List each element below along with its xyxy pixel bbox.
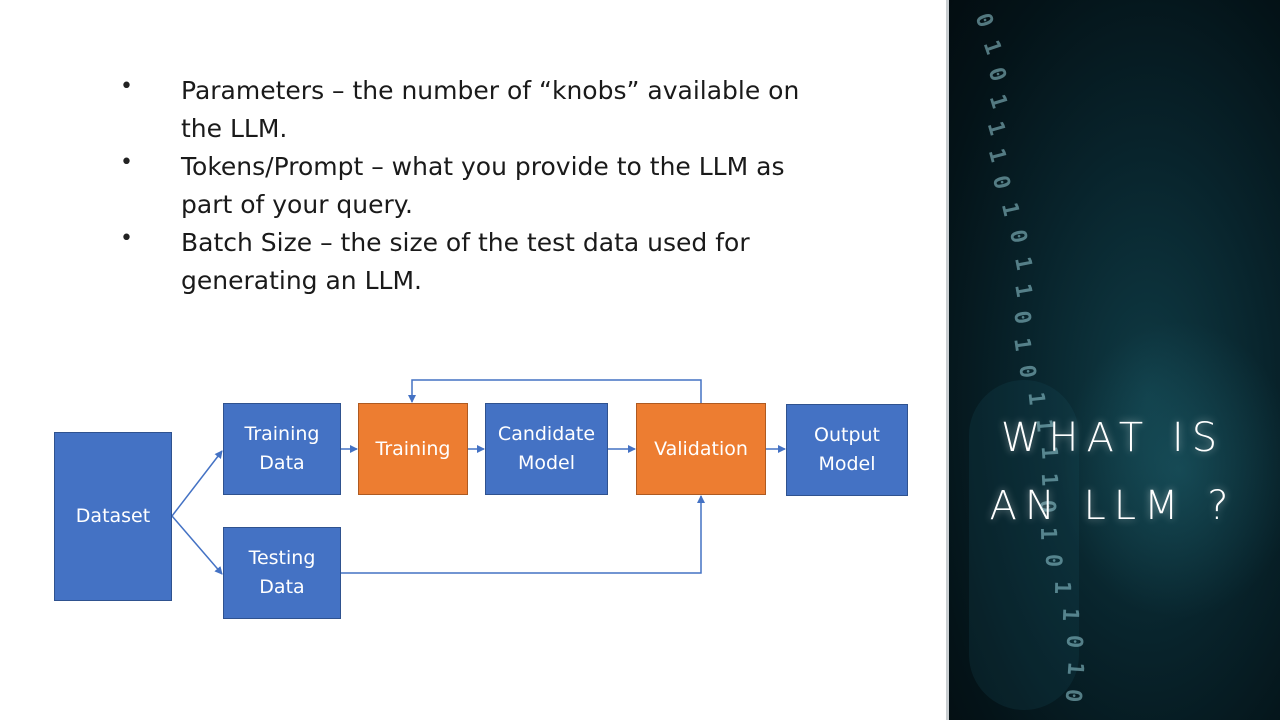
- binary-digit: 0: [1040, 553, 1066, 568]
- binary-digit: 1: [981, 118, 1010, 139]
- arrow-testing-data-to-validation: [341, 495, 705, 574]
- output-model-label: Output Model: [814, 424, 880, 475]
- dataset-label: Dataset: [75, 505, 151, 527]
- binary-digit: 0: [1059, 687, 1086, 704]
- candidate-model-label: Candidate Model: [497, 423, 596, 474]
- training-data-box: Training Data: [223, 403, 341, 495]
- binary-digit: 1: [1008, 336, 1036, 353]
- binary-digit: 1: [978, 37, 1006, 58]
- binary-digit: 1: [1056, 607, 1083, 622]
- arrow-dataset-to-training-data: [171, 450, 223, 517]
- binary-digit: 1: [1048, 580, 1074, 595]
- binary-digit: 1: [983, 91, 1012, 112]
- validation-label: Validation: [654, 437, 748, 460]
- binary-digit: 1: [1061, 661, 1088, 676]
- binary-digit: 0: [1013, 363, 1041, 380]
- title-panel: 01011101011010111101011010: [946, 0, 1280, 720]
- slide: • Parameters – the number of “knobs” ava…: [0, 0, 1280, 720]
- binary-digit: 0: [969, 9, 998, 32]
- binary-digit: 0: [1007, 309, 1035, 326]
- binary-digit: 0: [987, 173, 1015, 192]
- arrow-dataset-to-testing-data: [171, 515, 223, 575]
- testing-data-box: Testing Data: [223, 527, 341, 619]
- training-data-label: Training Data: [244, 423, 320, 474]
- candidate-model-box: Candidate Model: [485, 403, 608, 495]
- slide-title: WHAT IS AN LLM ?: [946, 404, 1280, 540]
- binary-digit: 1: [995, 200, 1024, 219]
- diagram-connectors: [171, 379, 786, 575]
- binary-digit: 1: [982, 145, 1010, 166]
- binary-digit: 0: [1004, 227, 1032, 246]
- training-box: Training: [358, 403, 468, 495]
- dataset-box: Dataset: [54, 432, 172, 601]
- validation-box: Validation: [636, 403, 766, 495]
- binary-digit: 1: [1009, 281, 1037, 300]
- slide-title-line-2: AN LLM ?: [989, 483, 1237, 529]
- output-model-box: Output Model: [786, 404, 908, 496]
- binary-digit: 1: [1009, 254, 1037, 273]
- feedback-loop-validation-to-training: [408, 379, 702, 403]
- binary-digit: 0: [982, 64, 1011, 85]
- binary-digit: 0: [1061, 634, 1087, 649]
- testing-data-label: Testing Data: [248, 547, 316, 598]
- training-label: Training: [375, 437, 451, 460]
- slide-title-line-1: WHAT IS: [1000, 415, 1226, 461]
